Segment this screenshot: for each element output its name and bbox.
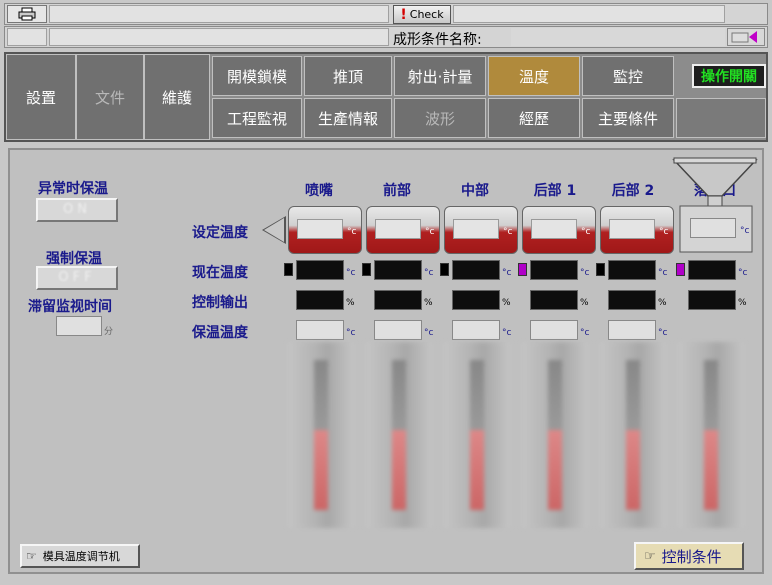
tab-temperature[interactable]: 溫度 [488, 56, 580, 96]
dwell-time-input[interactable] [56, 316, 102, 336]
abnormal-hold-label: 异常时保温 [38, 181, 108, 197]
current-temp-rear2 [608, 260, 656, 280]
zone-header-nozzle: 喷嘴 [305, 183, 333, 199]
control-output-feed-throat [688, 290, 736, 310]
condition-name-label: 成形条件名称: [393, 32, 482, 48]
control-output-rear2 [608, 290, 656, 310]
set-temp-input-nozzle[interactable] [297, 219, 343, 239]
temp-graph-front [366, 342, 432, 528]
hold-temp-input-rear2[interactable] [608, 320, 656, 340]
tab-empty [676, 98, 766, 138]
tab-injection-metering[interactable]: 射出·計量 [394, 56, 486, 96]
control-output-label: 控制输出 [192, 295, 248, 311]
barrel-zone-nozzle: °c [288, 206, 362, 254]
temp-graph-rear1 [522, 342, 588, 528]
condition-blank-field [49, 28, 389, 46]
condition-name-bar: 成形条件名称: [4, 26, 768, 48]
tab-production-info[interactable]: 生產情報 [304, 98, 392, 138]
current-temp-feed-throat [688, 260, 736, 280]
control-conditions-button[interactable]: ☞ 控制条件 [634, 542, 744, 570]
heater-indicator-feed-throat [676, 263, 685, 276]
tab-history[interactable]: 經歷 [488, 98, 580, 138]
hold-temp-input-nozzle[interactable] [296, 320, 344, 340]
hopper-icon [672, 157, 758, 253]
forced-hold-label: 强制保温 [46, 251, 102, 267]
temp-graph-rear2 [600, 342, 666, 528]
current-temp-rear1 [530, 260, 578, 280]
tab-maintenance[interactable]: 維護 [144, 54, 210, 140]
tab-monitor[interactable]: 監控 [582, 56, 674, 96]
condition-left-field [7, 28, 47, 46]
control-conditions-label: 控制条件 [661, 547, 722, 566]
temp-graph-feed-throat [678, 342, 744, 528]
exit-button[interactable] [727, 28, 765, 46]
control-output-rear1 [530, 290, 578, 310]
temp-graph-nozzle [288, 342, 354, 528]
exit-arrow-icon [731, 31, 757, 43]
status-field-right [453, 5, 725, 23]
mold-temp-controller-button[interactable]: ☞ 模具温度调节机 [20, 544, 140, 568]
hold-temp-label: 保温温度 [192, 325, 248, 341]
current-temp-middle [452, 260, 500, 280]
current-temp-nozzle [296, 260, 344, 280]
heater-indicator-nozzle [284, 263, 293, 276]
tab-process-monitor[interactable]: 工程監視 [212, 98, 302, 138]
operation-switch-button[interactable]: 操作開關 [692, 64, 766, 88]
barrel-zone-rear2: °c [600, 206, 674, 254]
zone-header-rear1: 后部 1 [533, 183, 577, 199]
hold-temp-input-middle[interactable] [452, 320, 500, 340]
hold-temp-input-front[interactable] [374, 320, 422, 340]
heater-indicator-rear1 [518, 263, 527, 276]
zone-header-front: 前部 [383, 183, 411, 199]
condition-name-field[interactable] [511, 28, 725, 46]
main-navigation: 設置 文件 維護 開模鎖模 推頂 射出·計量 溫度 監控 工程監視 生產情報 波… [4, 52, 768, 142]
tab-ejector[interactable]: 推頂 [304, 56, 392, 96]
hold-temp-input-rear1[interactable] [530, 320, 578, 340]
status-field-left [49, 5, 389, 23]
temperature-panel: 异常时保温 ON 强制保温 OFF 滞留监视时间 分 设定温度 现在温度 控制输… [8, 148, 764, 574]
current-temp-front [374, 260, 422, 280]
check-button[interactable]: ! Check [393, 5, 451, 24]
set-temp-input-rear2[interactable] [609, 219, 655, 239]
hand-pointer-icon: ☞ [644, 548, 656, 564]
check-button-label: Check [409, 8, 444, 21]
heater-indicator-front [362, 263, 371, 276]
tab-main-conditions[interactable]: 主要條件 [582, 98, 674, 138]
mold-temp-controller-label: 模具温度调节机 [42, 550, 120, 563]
barrel-zone-rear1: °c [522, 206, 596, 254]
barrel-zone-front: °c [366, 206, 440, 254]
heater-indicator-rear2 [596, 263, 605, 276]
top-status-bar: ! Check [4, 3, 768, 25]
dwell-monitor-label: 滞留监视时间 [28, 299, 112, 315]
control-output-middle [452, 290, 500, 310]
nozzle-tip-icon [264, 218, 284, 242]
current-temp-label: 现在温度 [192, 265, 248, 281]
tab-settings[interactable]: 設置 [6, 54, 76, 140]
zone-header-middle: 中部 [461, 183, 489, 199]
tab-waveform[interactable]: 波形 [394, 98, 486, 138]
heater-indicator-middle [440, 263, 449, 276]
barrel-zone-middle: °c [444, 206, 518, 254]
abnormal-hold-toggle[interactable]: ON [36, 198, 118, 222]
set-temp-input-middle[interactable] [453, 219, 499, 239]
dwell-unit: 分 [104, 327, 114, 337]
tab-mold-clamp[interactable]: 開模鎖模 [212, 56, 302, 96]
control-output-front [374, 290, 422, 310]
set-temp-input-rear1[interactable] [531, 219, 577, 239]
set-temp-input-front[interactable] [375, 219, 421, 239]
zone-header-rear2: 后部 2 [611, 183, 655, 199]
printer-icon [18, 7, 36, 21]
forced-hold-toggle[interactable]: OFF [36, 266, 118, 290]
set-temp-label: 设定温度 [192, 225, 248, 241]
temp-graph-middle [444, 342, 510, 528]
print-button[interactable] [7, 5, 47, 23]
control-output-nozzle [296, 290, 344, 310]
hand-pointer-icon: ☞ [26, 549, 37, 563]
tab-file[interactable]: 文件 [76, 54, 144, 140]
set-temp-input-feed-throat[interactable] [690, 218, 736, 238]
alert-icon: ! [400, 6, 407, 23]
